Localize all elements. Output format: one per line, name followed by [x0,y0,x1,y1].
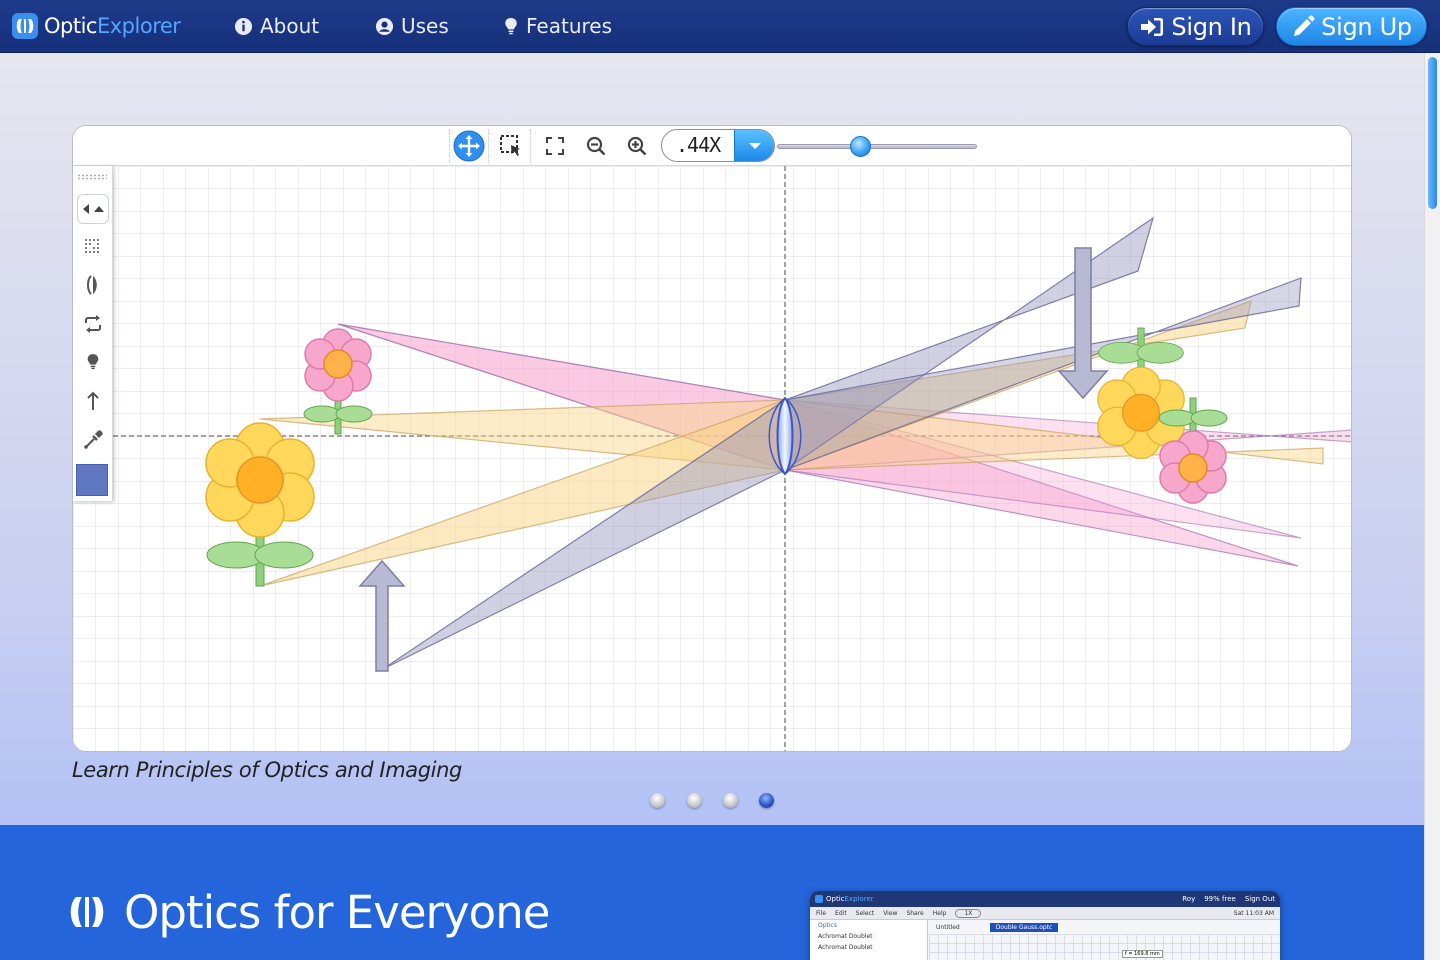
palette-collapse-button[interactable] [77,194,109,224]
color-swatch[interactable] [76,464,108,496]
yellow-flower-object[interactable] [205,422,315,587]
preview-menu-help: Help [932,909,947,917]
eyedropper-tool-button[interactable] [77,425,109,455]
preview-datetime: Sat 11:03 AM [1233,909,1274,917]
zoom-slider-track[interactable] [777,144,977,149]
carousel-dot-3[interactable] [723,793,738,808]
arrow-up-icon [87,391,99,410]
chevron-down-icon[interactable] [734,130,774,161]
preview-zoom-box: 1X [955,908,982,918]
grid-tool-button[interactable] [77,232,109,262]
preview-sidebar: Optics Achromat Doublet Achromat Doublet [810,920,928,960]
sign-up-button[interactable]: Sign Up [1276,7,1427,46]
carousel-dot-1[interactable] [650,793,665,808]
preview-sign-out: Sign Out [1244,895,1275,903]
move-arrows-icon [453,130,485,162]
yellow-flower-image [1097,327,1185,460]
zoom-level-value: .44X [676,133,721,157]
lens-tool-button[interactable] [77,270,109,300]
info-circle-icon [234,17,253,35]
nav-link-about[interactable]: About [234,12,319,40]
preview-brand-suffix: Explorer [844,895,874,903]
preview-sidebar-head: Optics [818,922,837,929]
preview-focal-label: f = 169.8 mm [1122,950,1163,958]
preview-doc-tabs: Untitled Double Gauss.optc [936,922,1280,932]
preview-body: Optics Achromat Doublet Achromat Doublet… [810,920,1280,960]
palette-grip-handle[interactable] [77,174,107,180]
preview-menubar: File Edit Select View Share Help 1X Sat … [810,907,1280,920]
sign-in-icon [1141,17,1164,36]
preview-menu-view: View [883,909,898,917]
carousel-dot-4-active[interactable] [759,793,774,808]
sign-up-label: Sign Up [1321,12,1412,41]
zoom-level-select[interactable]: .44X [661,129,775,162]
select-area-icon [499,135,520,156]
zoom-slider-knob[interactable] [850,136,871,157]
sign-in-button[interactable]: Sign In [1127,7,1264,46]
brand-name-suffix: Explorer [96,14,181,38]
zoom-in-button[interactable] [617,129,657,163]
features-section: Optics for Everyone OpticExplorer Roy 99… [0,825,1424,960]
scrollbar-thumb[interactable] [1428,57,1437,209]
preview-logo-icon [815,895,823,903]
light-source-tool-button[interactable] [77,347,109,377]
preview-menu-share: Share [906,909,924,917]
zoom-in-icon [627,136,647,156]
canvas-toolbar: .44X [73,126,1351,166]
optic-logo-icon [12,13,38,39]
app-preview-screenshot: OpticExplorer Roy 99% free Sign Out File… [810,891,1280,960]
nav-link-label: About [260,14,320,38]
pencil-icon [1294,14,1315,36]
pink-flower-image [1158,397,1228,504]
preview-brand-prefix: Optic [826,895,845,903]
lens-icon [87,275,97,295]
preview-sidebar-item: Achromat Doublet [818,944,873,951]
preview-user-name: Roy [1182,895,1196,903]
pan-tool-button[interactable] [449,129,489,163]
marquee-select-button[interactable] [491,129,531,163]
preview-grid [929,934,1280,960]
fit-to-view-button[interactable] [535,129,575,163]
optics-diagram [73,166,1351,751]
nav-link-label: Uses [401,14,449,38]
preview-menu-edit: Edit [835,909,847,917]
tool-palette [73,166,113,501]
preview-titlebar: OpticExplorer Roy 99% free Sign Out [810,891,1280,907]
nav-link-label: Features [526,14,612,38]
preview-sidebar-item: Achromat Doublet [818,933,873,940]
features-heading-text: Optics for Everyone [124,885,550,939]
eyedropper-icon [84,430,103,449]
expand-icon [546,137,564,155]
preview-tab-active: Double Gauss.optc [989,922,1059,932]
brand-name-prefix: Optic [44,14,97,38]
repeat-arrows-icon [85,315,101,333]
preview-menu-select: Select [855,909,875,917]
preview-menu-file: File [816,909,827,917]
flip-tool-button[interactable] [77,309,109,339]
carousel-caption: Learn Principles of Optics and Imaging [72,758,462,782]
optic-logo-icon [70,897,104,927]
top-navbar: OpticExplorer About Uses Features Sign I… [0,0,1440,53]
carousel-dot-2[interactable] [687,793,702,808]
page-scrollbar[interactable] [1424,53,1440,960]
zoom-out-button[interactable] [576,129,616,163]
nav-link-features[interactable]: Features [503,12,612,40]
preview-tab-untitled: Untitled [936,923,960,931]
nav-link-uses[interactable]: Uses [375,12,449,40]
optics-canvas-card: .44X [72,125,1352,752]
carousel-indicators [650,793,780,809]
lightbulb-icon [505,17,517,34]
preview-storage: 99% free [1204,895,1236,903]
object-arrow-tool-button[interactable] [77,386,109,416]
features-heading: Optics for Everyone [70,883,550,941]
grid-dots-icon [85,239,99,253]
sign-in-label: Sign In [1171,12,1252,41]
lightbulb-icon [87,354,99,370]
brand-logo-link[interactable]: OpticExplorer [12,12,181,40]
zoom-out-icon [586,136,606,156]
hero-carousel: .44X Learn Principles of Optics and Imag… [0,53,1424,825]
pink-flower-object[interactable] [303,328,373,435]
collapse-arrows-icon [83,204,104,214]
user-circle-icon [375,17,394,35]
